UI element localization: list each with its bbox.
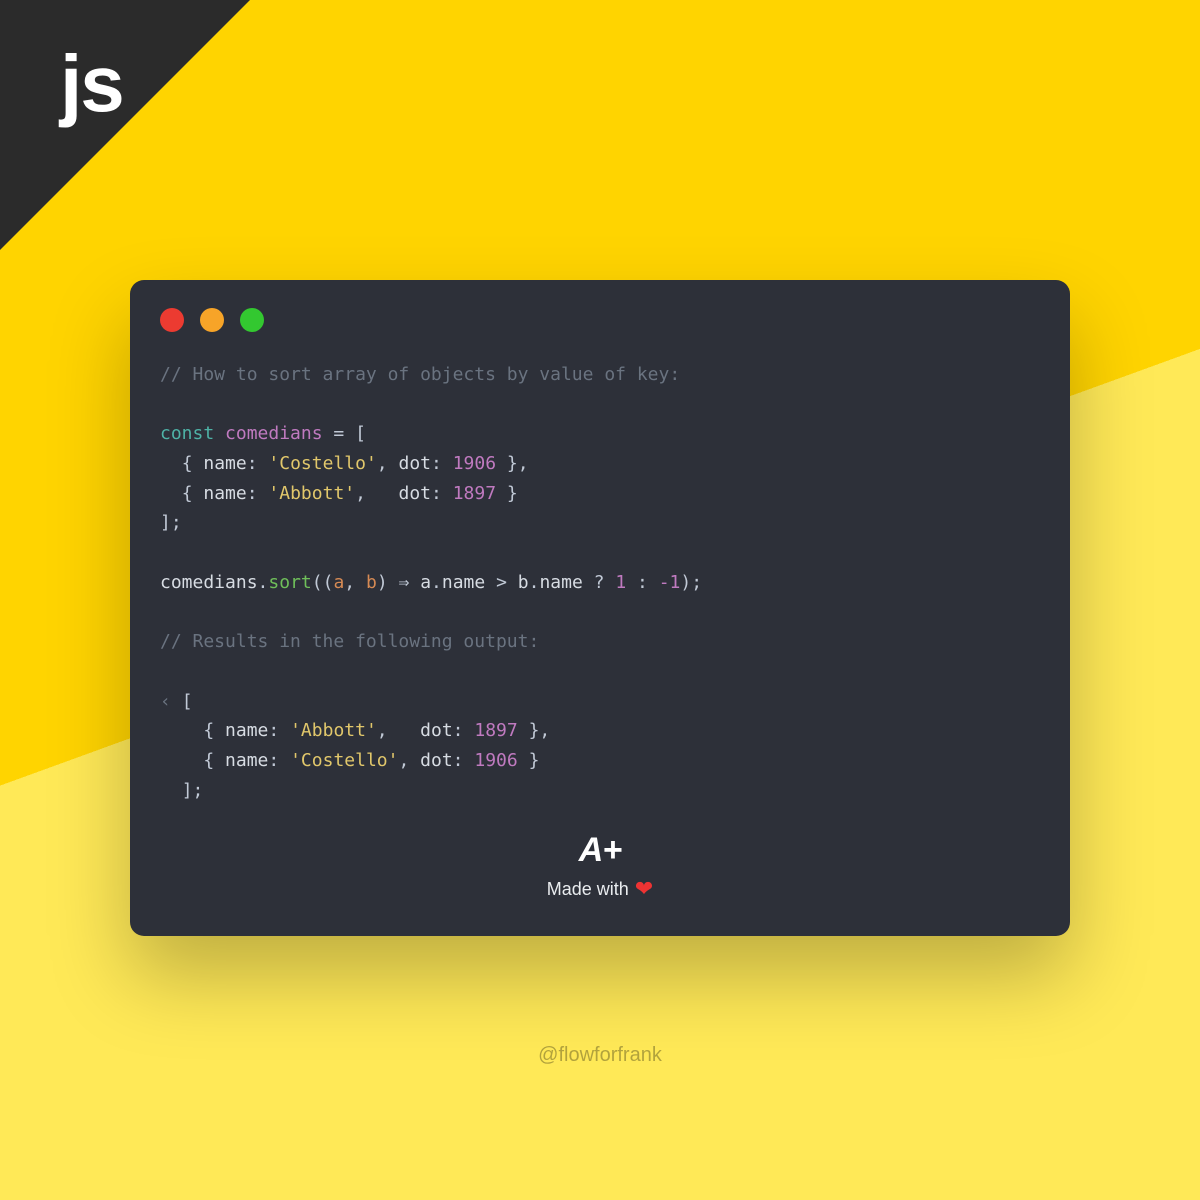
code-text: ]; <box>182 780 204 801</box>
prop-name: name <box>539 572 582 593</box>
prop-name: name <box>203 453 246 474</box>
corner-triangle <box>0 0 250 250</box>
prop-name: name <box>225 750 268 771</box>
made-with-text: Made with <box>547 879 629 900</box>
number-literal: 1 <box>615 572 626 593</box>
method-sort: sort <box>268 572 311 593</box>
number-literal: 1906 <box>474 750 517 771</box>
logo-aplus: A+ <box>579 831 621 870</box>
number-literal: 1897 <box>453 483 496 504</box>
author-handle: @flowforfrank <box>538 1044 662 1067</box>
window-controls <box>160 308 1040 332</box>
number-literal: 1897 <box>474 720 517 741</box>
string-literal: 'Costello' <box>268 453 376 474</box>
string-literal: 'Abbott' <box>268 483 355 504</box>
code-comment: // How to sort array of objects by value… <box>160 364 680 385</box>
prop-dot: dot <box>420 750 453 771</box>
code-block: // How to sort array of objects by value… <box>160 360 1040 805</box>
code-text: ]; <box>160 512 182 533</box>
prop-dot: dot <box>398 483 431 504</box>
param-a: a <box>333 572 344 593</box>
identifier: b <box>518 572 529 593</box>
param-b: b <box>366 572 377 593</box>
heart-icon: ❤ <box>635 876 653 902</box>
identifier: a <box>420 572 431 593</box>
string-literal: 'Abbott' <box>290 720 377 741</box>
prop-name: name <box>203 483 246 504</box>
language-badge: js <box>60 38 123 130</box>
made-with-label: Made with ❤ <box>547 876 653 902</box>
close-icon[interactable] <box>160 308 184 332</box>
prop-dot: dot <box>420 720 453 741</box>
number-literal: -1 <box>659 572 681 593</box>
keyword-const: const <box>160 423 214 444</box>
window-footer: A+ Made with ❤ <box>160 831 1040 902</box>
identifier-comedians: comedians <box>225 423 323 444</box>
prop-name: name <box>442 572 485 593</box>
code-window: // How to sort array of objects by value… <box>130 280 1070 936</box>
code-text: = [ <box>323 423 366 444</box>
zoom-icon[interactable] <box>240 308 264 332</box>
code-text: [ <box>182 691 193 712</box>
string-literal: 'Costello' <box>290 750 398 771</box>
output-caret-icon: ‹ <box>160 691 182 712</box>
identifier: comedians <box>160 572 258 593</box>
prop-name: name <box>225 720 268 741</box>
number-literal: 1906 <box>453 453 496 474</box>
prop-dot: dot <box>398 453 431 474</box>
minimize-icon[interactable] <box>200 308 224 332</box>
code-comment: // Results in the following output: <box>160 631 539 652</box>
